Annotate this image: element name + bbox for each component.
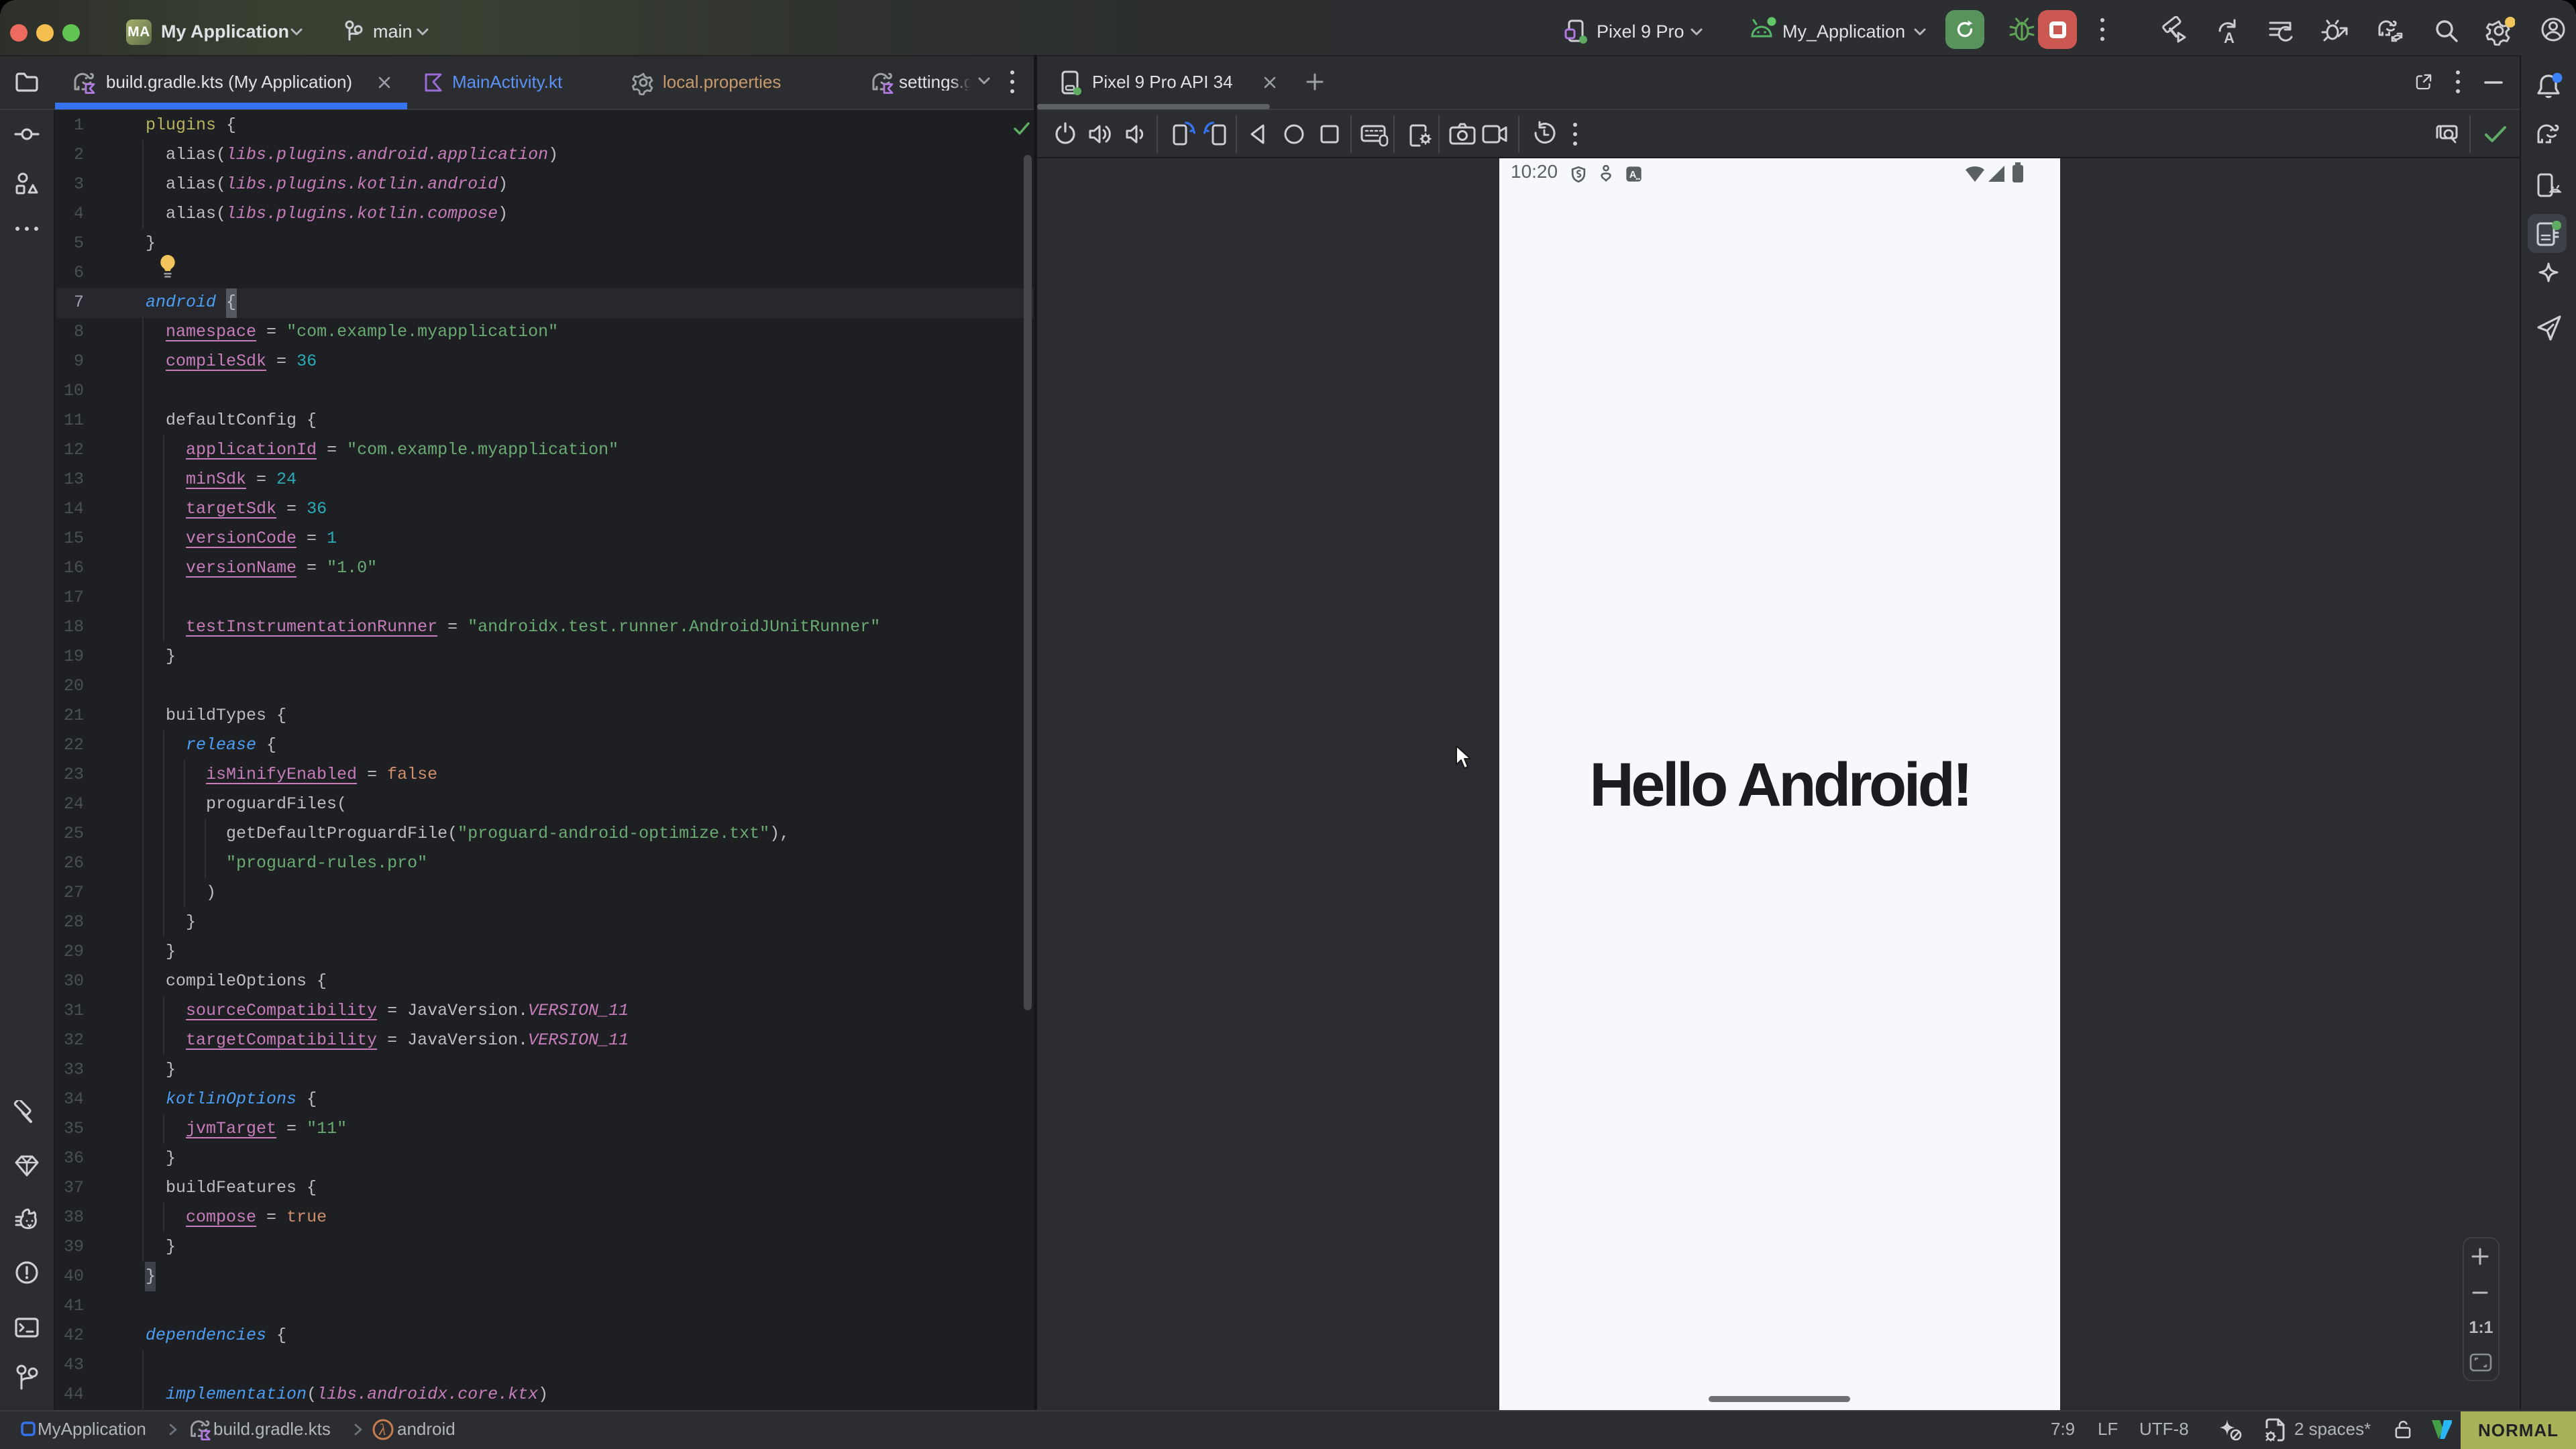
svg-text:λ: λ bbox=[378, 1421, 386, 1439]
svg-text:A: A bbox=[2224, 30, 2235, 46]
svg-text:A: A bbox=[1629, 170, 1637, 180]
